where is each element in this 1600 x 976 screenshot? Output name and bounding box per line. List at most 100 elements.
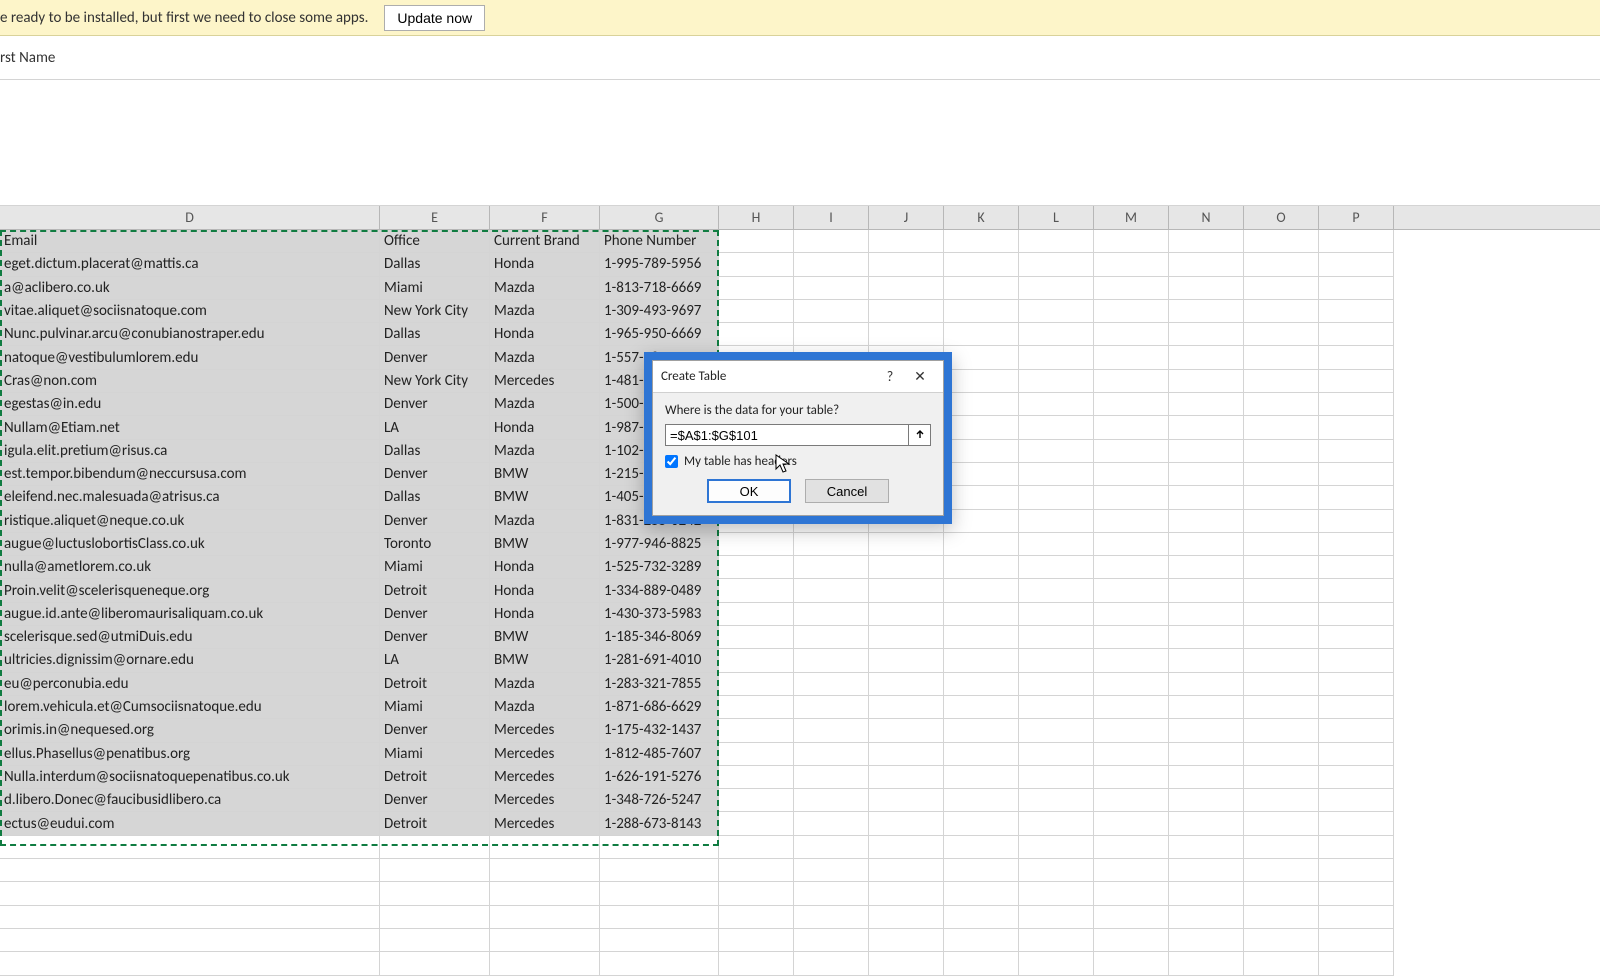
cell[interactable] xyxy=(944,230,1019,253)
cell[interactable] xyxy=(1019,300,1094,323)
cell[interactable] xyxy=(1019,789,1094,812)
cell[interactable] xyxy=(794,929,869,952)
cell[interactable] xyxy=(719,696,794,719)
cell[interactable]: augue.id.ante@liberomaurisaliquam.co.uk xyxy=(0,603,380,626)
cell[interactable] xyxy=(944,836,1019,859)
cell[interactable]: Mazda xyxy=(490,673,600,696)
cell[interactable]: Miami xyxy=(380,743,490,766)
cell[interactable] xyxy=(1319,789,1394,812)
cell[interactable] xyxy=(869,626,944,649)
collapse-dialog-icon[interactable] xyxy=(909,424,931,446)
cell[interactable] xyxy=(1019,906,1094,929)
cell[interactable]: Denver xyxy=(380,463,490,486)
range-input[interactable] xyxy=(665,424,909,446)
cell[interactable] xyxy=(1244,836,1319,859)
cell[interactable]: Current Brand xyxy=(490,230,600,253)
cell[interactable] xyxy=(1319,719,1394,742)
col-header-J[interactable]: J xyxy=(869,206,944,229)
cell[interactable] xyxy=(869,533,944,556)
cell[interactable]: BMW xyxy=(490,533,600,556)
cell[interactable] xyxy=(1169,719,1244,742)
cell[interactable] xyxy=(719,789,794,812)
cell[interactable] xyxy=(490,859,600,882)
cell[interactable]: ellus.Phasellus@penatibus.org xyxy=(0,743,380,766)
cell[interactable] xyxy=(1319,323,1394,346)
cell[interactable]: Mazda xyxy=(490,277,600,300)
cell[interactable] xyxy=(719,649,794,672)
cell[interactable] xyxy=(944,766,1019,789)
cell[interactable] xyxy=(1244,626,1319,649)
cell[interactable]: BMW xyxy=(490,649,600,672)
cell[interactable] xyxy=(1244,253,1319,276)
cell[interactable] xyxy=(1094,416,1169,439)
cell[interactable]: Detroit xyxy=(380,673,490,696)
formula-bar[interactable]: rst Name xyxy=(0,36,1600,80)
cell[interactable] xyxy=(1169,393,1244,416)
cell[interactable] xyxy=(1319,440,1394,463)
cell[interactable]: est.tempor.bibendum@neccursusa.com xyxy=(0,463,380,486)
ok-button[interactable]: OK xyxy=(707,479,791,503)
cell[interactable] xyxy=(1244,649,1319,672)
cell[interactable]: Nullam@Etiam.net xyxy=(0,416,380,439)
cell[interactable] xyxy=(1244,556,1319,579)
col-header-I[interactable]: I xyxy=(794,206,869,229)
col-header-N[interactable]: N xyxy=(1169,206,1244,229)
cell[interactable]: Email xyxy=(0,230,380,253)
cell[interactable] xyxy=(869,952,944,975)
col-header-M[interactable]: M xyxy=(1094,206,1169,229)
col-header-F[interactable]: F xyxy=(490,206,600,229)
cell[interactable]: Nulla.interdum@sociisnatoquepenatibus.co… xyxy=(0,766,380,789)
cell[interactable] xyxy=(600,882,719,905)
cell[interactable]: 1-626-191-5276 xyxy=(600,766,719,789)
cell[interactable] xyxy=(1319,370,1394,393)
cell[interactable] xyxy=(794,230,869,253)
cell[interactable]: BMW xyxy=(490,463,600,486)
cell[interactable] xyxy=(1169,929,1244,952)
cell[interactable] xyxy=(490,906,600,929)
cell[interactable] xyxy=(719,766,794,789)
cell[interactable] xyxy=(1319,649,1394,672)
cell[interactable] xyxy=(944,579,1019,602)
cell[interactable] xyxy=(1319,510,1394,533)
cell[interactable]: 1-309-493-9697 xyxy=(600,300,719,323)
cell[interactable] xyxy=(600,859,719,882)
cell[interactable] xyxy=(1169,253,1244,276)
cell[interactable] xyxy=(1319,346,1394,369)
cell[interactable] xyxy=(944,323,1019,346)
cell[interactable] xyxy=(1319,486,1394,509)
cell[interactable]: Detroit xyxy=(380,766,490,789)
cell[interactable]: Mazda xyxy=(490,300,600,323)
cell[interactable] xyxy=(719,556,794,579)
cell[interactable]: Dallas xyxy=(380,323,490,346)
cell[interactable] xyxy=(944,300,1019,323)
cell[interactable] xyxy=(600,906,719,929)
cell[interactable] xyxy=(869,719,944,742)
cell[interactable]: Phone Number xyxy=(600,230,719,253)
cell[interactable] xyxy=(869,812,944,835)
cell[interactable] xyxy=(1169,603,1244,626)
cell[interactable] xyxy=(719,626,794,649)
cell[interactable] xyxy=(944,906,1019,929)
cell[interactable] xyxy=(1094,929,1169,952)
cell[interactable] xyxy=(1094,719,1169,742)
cell[interactable] xyxy=(490,836,600,859)
cell[interactable] xyxy=(1169,673,1244,696)
cell[interactable]: LA xyxy=(380,416,490,439)
cell[interactable] xyxy=(794,253,869,276)
cell[interactable]: 1-283-321-7855 xyxy=(600,673,719,696)
cell[interactable]: Mazda xyxy=(490,510,600,533)
cell[interactable] xyxy=(869,882,944,905)
cell[interactable] xyxy=(944,440,1019,463)
cell[interactable] xyxy=(1169,696,1244,719)
cell[interactable] xyxy=(1319,626,1394,649)
cell[interactable] xyxy=(869,766,944,789)
cell[interactable]: Mercedes xyxy=(490,743,600,766)
cell[interactable] xyxy=(1019,253,1094,276)
cell[interactable]: Proin.velit@scelerisqueneque.org xyxy=(0,579,380,602)
cell[interactable] xyxy=(944,696,1019,719)
cell[interactable] xyxy=(944,346,1019,369)
cell[interactable]: Mazda xyxy=(490,346,600,369)
cell[interactable] xyxy=(1019,230,1094,253)
cell[interactable] xyxy=(1319,812,1394,835)
cell[interactable]: Miami xyxy=(380,556,490,579)
